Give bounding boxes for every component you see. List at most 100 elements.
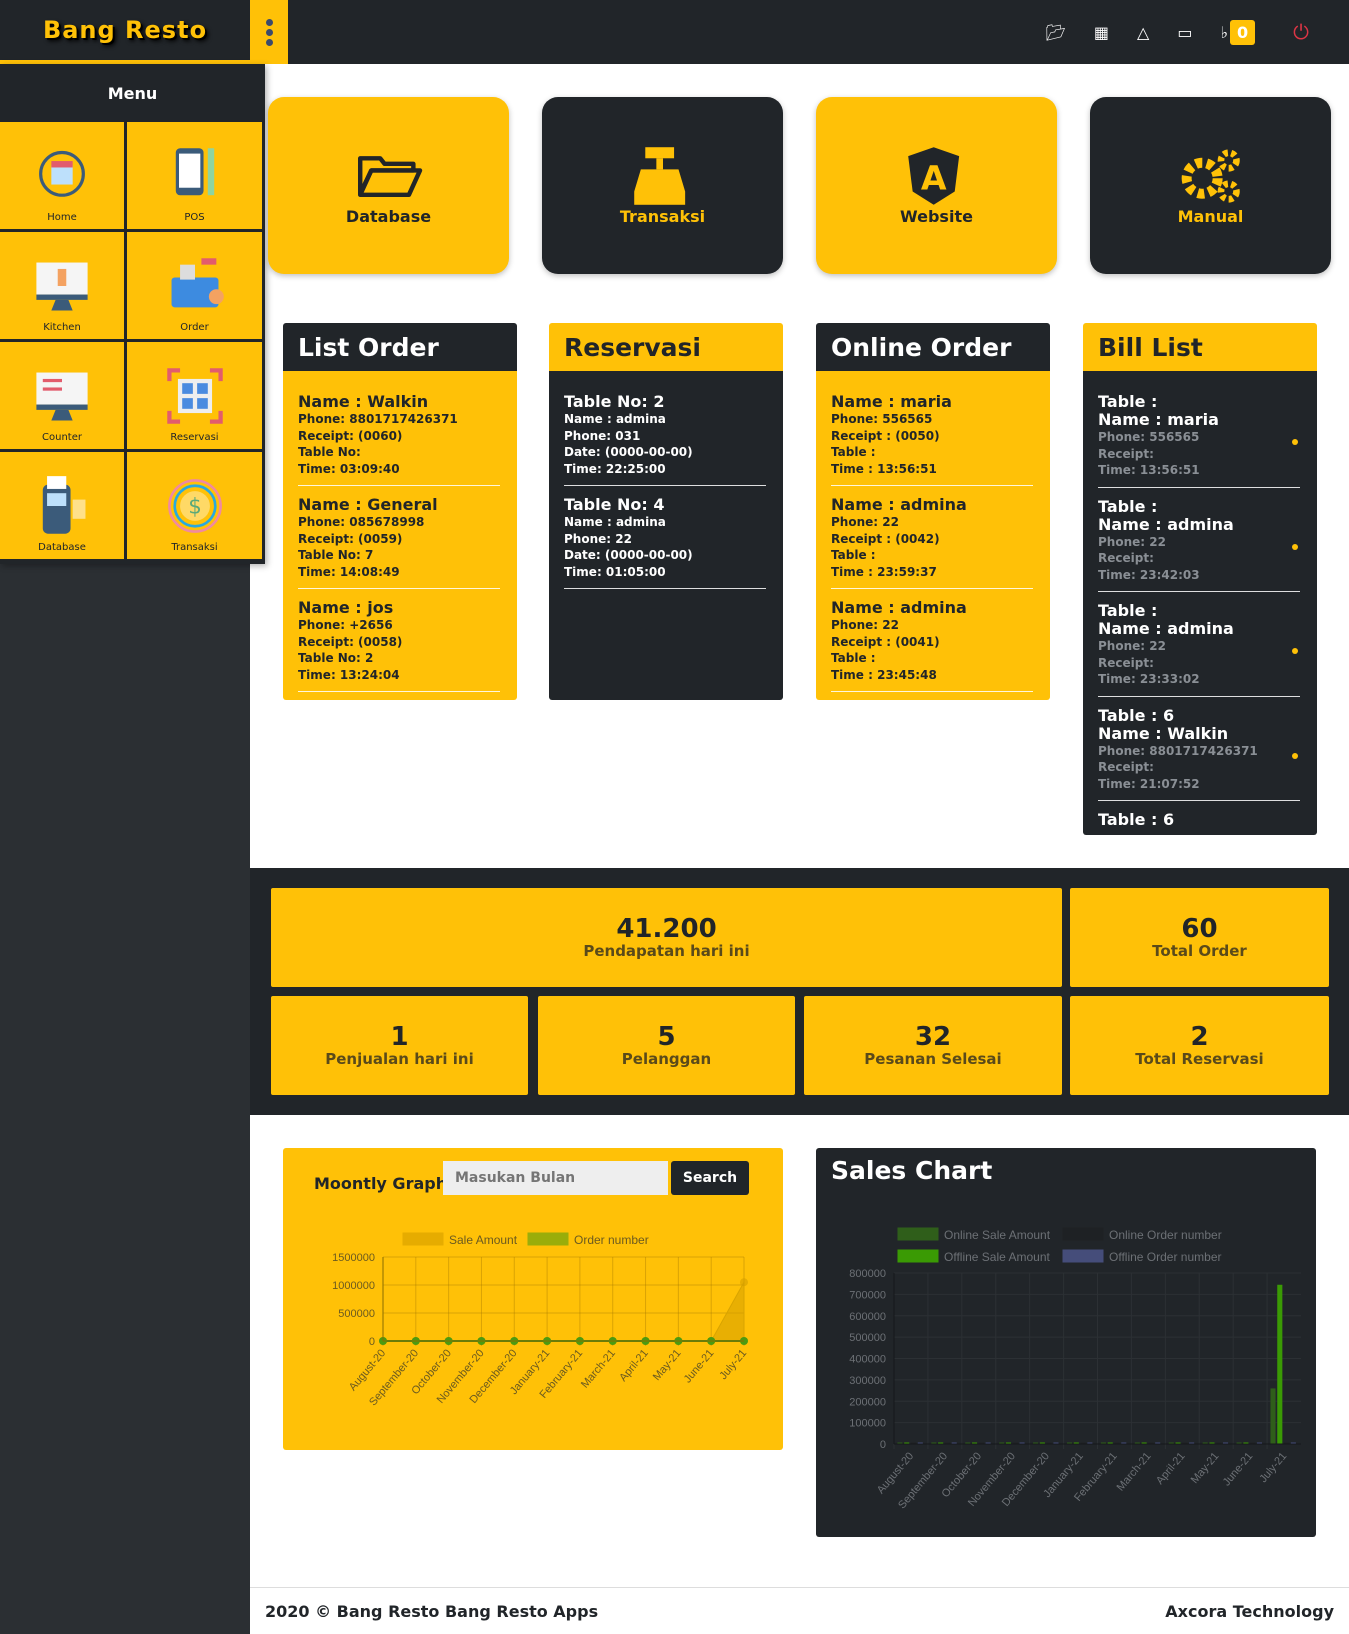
list-item[interactable]: Table No: 2 Name : admina Phone: 031 Date: …: [564, 393, 766, 486]
y-tick-label: 700000: [849, 1289, 886, 1301]
online-order-panel: Online Order Name : maria Phone: 556565 Re…: [816, 323, 1050, 700]
time-text: Time: 13:24:04: [298, 667, 400, 682]
shortcut-transaksi[interactable]: Transaksi: [542, 97, 783, 274]
table-text: Table :: [831, 548, 876, 562]
list-item[interactable]: Table : Name : maria Phone: 556565 Receipt:…: [1098, 393, 1300, 488]
folder-open-icon[interactable]: 📂︎: [1046, 23, 1066, 42]
monthly-graph-title: Moontly Graph: [314, 1174, 448, 1193]
time-text: Time: 23:42:03: [1098, 567, 1200, 582]
search-button[interactable]: Search: [671, 1161, 749, 1195]
x-tick-label: May-21: [1189, 1450, 1222, 1486]
name-text: Name : maria: [831, 392, 952, 411]
legend-label: Online Order number: [1109, 1228, 1222, 1242]
list-item[interactable]: Name : maria Phone: 556565 Receipt : (0050…: [831, 393, 1033, 486]
y-tick-label: 600000: [849, 1311, 886, 1323]
phone-text: Phone: 556565: [1098, 430, 1200, 444]
angular-icon: A: [907, 147, 959, 205]
folder-open-icon: [357, 156, 422, 198]
list-item[interactable]: Table : Name : admina Phone: 22 Receipt: Tim…: [1098, 602, 1300, 697]
sale-amount-area: [383, 1280, 745, 1342]
list-item[interactable]: Name : admina Phone: 22 Receipt : (0042) Ta…: [831, 496, 1033, 589]
legend-label: Online Sale Amount: [944, 1228, 1051, 1242]
phone-text: Phone: 22: [1098, 639, 1166, 653]
phone-text: Phone: 085678998: [298, 515, 425, 529]
name-text: Name : admina: [831, 598, 967, 617]
stat-label: Total Reservasi: [1135, 1049, 1264, 1068]
desktop-icon[interactable]: ▭: [1177, 23, 1192, 42]
legend-label: Sale Amount: [449, 1233, 518, 1247]
sidebar-item-counter[interactable]: Counter: [0, 342, 124, 449]
table-text: Table No:: [298, 445, 361, 459]
stat-card: 2 Total Reservasi: [1070, 996, 1329, 1095]
monthly-graph-card: Moontly Graph Search 0 500000 1000000 15000…: [283, 1148, 783, 1450]
time-text: Time : 23:59:37: [831, 564, 937, 579]
angular-icon[interactable]: △: [1137, 23, 1149, 42]
legend-swatch: [1062, 1227, 1104, 1241]
legend-swatch: [897, 1227, 939, 1241]
bell-icon: ♭: [1220, 22, 1229, 42]
list-order-panel: List Order Name : Walkin Phone: 880171742…: [283, 323, 517, 700]
month-search-input[interactable]: [443, 1161, 668, 1195]
cash-register-icon[interactable]: ▦: [1094, 23, 1109, 42]
stat-card: 41.200 Pendapatan hari ini: [271, 888, 1062, 987]
shortcut-database[interactable]: Database: [268, 97, 509, 274]
list-item[interactable]: Table : Name : admina Phone: 22 Receipt: Tim…: [1098, 497, 1300, 592]
shortcut-label: Transaksi: [619, 207, 706, 226]
legend-swatch: [1062, 1249, 1104, 1263]
sidebar-item-home[interactable]: Home: [0, 122, 124, 229]
legend-swatch: [897, 1249, 939, 1263]
list-item[interactable]: Table : 6 Name : Walkin Phone: 88017174263…: [1098, 705, 1300, 801]
navbar-icons: 📂︎ ▦ △ ▭ ♭ 0 ⏻: [1046, 0, 1309, 64]
sidebar-item-kitchen[interactable]: Kitchen: [0, 232, 124, 339]
sidebar-item-database[interactable]: Database: [0, 452, 124, 559]
stat-value: 5: [657, 1021, 676, 1052]
home-icon: [39, 150, 85, 197]
list-item[interactable]: Table : 6: [1098, 811, 1300, 835]
table-text: Table : 6: [1098, 705, 1175, 725]
name-text: Name : admina: [564, 515, 666, 529]
gears-icon: [1181, 149, 1240, 203]
kitchen-icon: [36, 262, 88, 311]
x-tick-label: May-21: [651, 1347, 684, 1383]
time-text: Time : 23:45:48: [831, 667, 937, 682]
y-tick-label: 100000: [849, 1418, 886, 1430]
x-tick-label: March-21: [1115, 1450, 1154, 1493]
shortcut-website[interactable]: A Website: [816, 97, 1057, 274]
power-icon[interactable]: ⏻: [1293, 20, 1309, 44]
panel-title: Bill List: [1083, 323, 1317, 371]
brand-logo[interactable]: Bang Resto: [0, 0, 250, 60]
status-dot: [1292, 543, 1298, 550]
list-item[interactable]: Name : Walkin Phone: 8801717426371 Receipt…: [298, 393, 500, 486]
receipt-text: Receipt: (0060): [298, 428, 403, 443]
sidebar-item-reservasi[interactable]: Reservasi: [127, 342, 262, 449]
sidebar-item-transaksi[interactable]: $ Transaksi: [127, 452, 262, 559]
reservasi-icon: [166, 368, 223, 424]
table-text: Table :: [831, 651, 876, 665]
y-tick-label: 500000: [849, 1332, 886, 1344]
date-text: Date: (0000-00-00): [564, 445, 693, 459]
phone-text: Phone: 22: [564, 531, 632, 546]
sidebar-item-pos[interactable]: POS: [127, 122, 262, 229]
status-dot: [1292, 439, 1298, 445]
stat-value: 41.200: [616, 913, 717, 944]
list-item[interactable]: Name : jos Phone: +2656 Receipt: (0058) Tab…: [298, 599, 500, 692]
sidebar-item-label: Order: [180, 322, 209, 333]
stat-card: 32 Pesanan Selesai: [804, 996, 1062, 1095]
list-item[interactable]: Name : admina Phone: 22 Receipt : (0041) Ta…: [831, 599, 1033, 692]
date-text: Date: (0000-00-00): [564, 548, 693, 562]
notification-button[interactable]: ♭ 0: [1220, 19, 1256, 45]
stat-label: Pelanggan: [621, 1049, 712, 1068]
sidebar-toggle-button[interactable]: [250, 0, 288, 64]
time-text: Time: 01:05:00: [564, 564, 666, 579]
status-dot: [1292, 648, 1298, 654]
list-item[interactable]: Name : General Phone: 085678998 Receipt: (…: [298, 496, 500, 589]
x-tick-label: June-21: [1221, 1450, 1256, 1488]
receipt-text: Receipt:: [1098, 760, 1154, 774]
shortcut-manual[interactable]: Manual: [1090, 97, 1331, 274]
sidebar-item-order[interactable]: Order: [127, 232, 262, 339]
stat-label: Total Order: [1152, 941, 1247, 960]
y-tick-label: 500000: [338, 1308, 375, 1320]
panel-title: List Order: [283, 323, 517, 371]
monthly-line-chart: 050000010000001500000August-20September-…: [332, 1232, 749, 1408]
list-item[interactable]: Table No: 4 Name : admina Phone: 22 Date: (…: [564, 496, 766, 589]
